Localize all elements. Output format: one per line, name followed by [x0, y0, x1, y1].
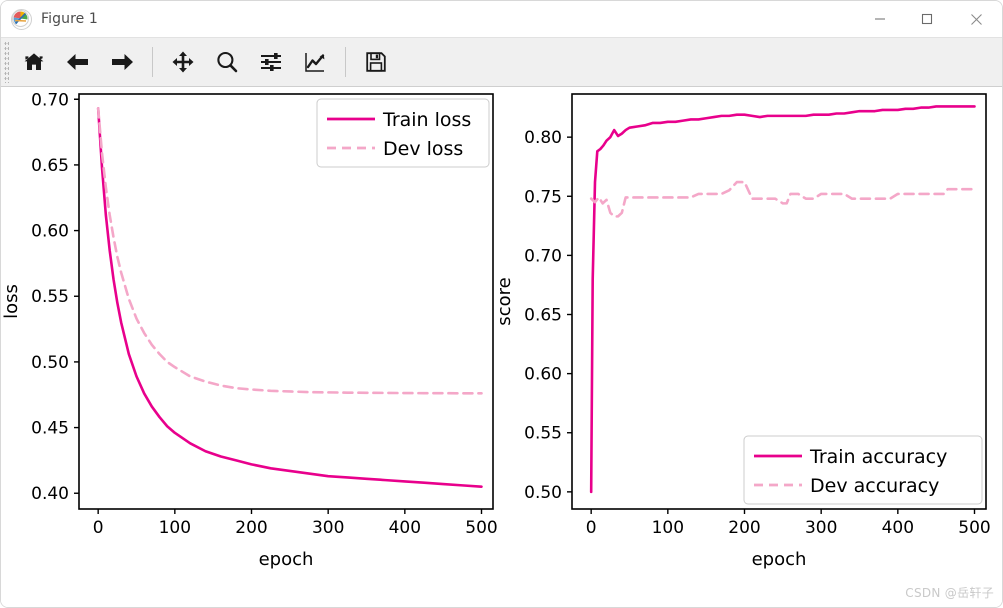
- matplotlib-logo-icon: [11, 8, 32, 30]
- arrow-right-icon: [112, 54, 133, 70]
- y-axis-label: score: [494, 277, 515, 325]
- legend-label: Dev loss: [383, 138, 463, 160]
- x-tick-label: 300: [312, 518, 344, 538]
- x-tick-label: 0: [93, 518, 104, 538]
- y-tick-label: 0.55: [31, 287, 69, 307]
- y-tick-label: 0.70: [31, 90, 69, 110]
- y-tick-label: 0.65: [31, 156, 69, 176]
- home-button[interactable]: [15, 42, 53, 82]
- customize-button[interactable]: [296, 42, 334, 82]
- x-tick-label: 500: [465, 518, 497, 538]
- y-tick-label: 0.45: [31, 419, 69, 439]
- maximize-icon: [921, 13, 932, 25]
- forward-button[interactable]: [103, 42, 141, 82]
- x-tick-label: 400: [389, 518, 421, 538]
- y-tick-label: 0.60: [524, 365, 562, 385]
- line-chart-icon: [305, 53, 325, 72]
- y-tick-label: 0.55: [524, 424, 562, 444]
- x-tick-label: 400: [882, 518, 914, 538]
- subplots-button[interactable]: [252, 42, 290, 82]
- toolbar-separator: [345, 47, 346, 77]
- minimize-icon: [874, 18, 885, 20]
- y-tick-label: 0.60: [31, 222, 69, 242]
- y-tick-label: 0.50: [31, 353, 69, 373]
- x-tick-label: 100: [159, 518, 191, 538]
- y-tick-label: 0.80: [524, 128, 562, 148]
- pan-button[interactable]: [164, 42, 202, 82]
- magnifier-icon: [217, 51, 238, 73]
- navigation-toolbar: [1, 37, 1002, 87]
- figure-window: Figure 1 0 100 200 300 400 500 0.40 0.45…: [0, 0, 1003, 608]
- x-axis-label: epoch: [259, 549, 314, 570]
- x-axis-label: epoch: [752, 549, 807, 570]
- zoom-button[interactable]: [208, 42, 246, 82]
- figure-background: [1, 87, 1002, 607]
- floppy-disk-icon: [366, 52, 386, 72]
- legend-label: Dev accuracy: [810, 475, 939, 497]
- legend-label: Train accuracy: [809, 446, 947, 468]
- close-icon: [970, 13, 982, 25]
- maximize-button[interactable]: [903, 1, 950, 37]
- y-tick-label: 0.40: [31, 484, 69, 504]
- x-tick-label: 0: [586, 518, 597, 538]
- toolbar-separator: [152, 47, 153, 77]
- legend-label: Train loss: [382, 109, 471, 131]
- legend: Train loss Dev loss: [316, 98, 490, 168]
- back-button[interactable]: [59, 42, 97, 82]
- y-tick-label: 0.75: [524, 187, 562, 207]
- figure-canvas[interactable]: 0 100 200 300 400 500 0.40 0.45 0.50 0.55 0.60 0.65…: [1, 87, 1002, 607]
- toolbar-drag-handle[interactable]: [4, 41, 9, 83]
- y-axis-label: loss: [1, 284, 22, 319]
- legend: Train accuracy Dev accuracy: [743, 435, 983, 505]
- title-bar: Figure 1: [1, 1, 1002, 37]
- y-tick-label: 0.65: [524, 306, 562, 326]
- minimize-button[interactable]: [856, 1, 903, 37]
- window-title: Figure 1: [41, 11, 98, 27]
- x-tick-label: 500: [958, 518, 990, 538]
- figure-svg: 0 100 200 300 400 500 0.40 0.45 0.50 0.55 0.60 0.65…: [1, 87, 1002, 607]
- x-tick-label: 200: [728, 518, 760, 538]
- watermark-text: CSDN @岳轩子: [905, 586, 994, 600]
- home-icon: [24, 53, 44, 70]
- save-button[interactable]: [357, 42, 395, 82]
- move-cross-icon: [172, 51, 194, 73]
- x-tick-label: 300: [805, 518, 837, 538]
- close-button[interactable]: [950, 1, 1002, 37]
- x-tick-label: 100: [652, 518, 684, 538]
- sliders-icon: [261, 53, 281, 71]
- arrow-left-icon: [67, 54, 88, 70]
- y-tick-label: 0.70: [524, 246, 562, 266]
- x-tick-label: 200: [235, 518, 267, 538]
- window-controls: [856, 1, 1002, 37]
- y-tick-label: 0.50: [524, 483, 562, 503]
